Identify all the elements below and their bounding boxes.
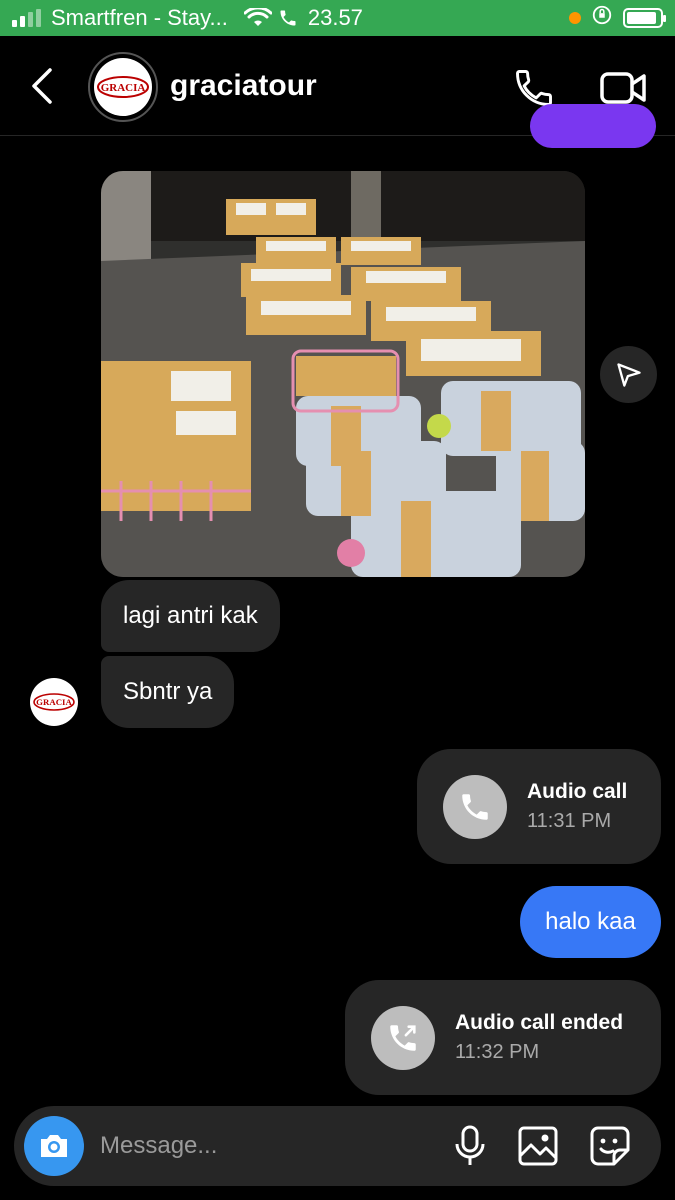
call-title: Audio call: [527, 780, 628, 803]
sticker-icon: [590, 1126, 630, 1166]
call-time: 11:31 PM: [527, 810, 612, 832]
battery-icon: [623, 8, 666, 28]
audio-call-ended-card[interactable]: Audio call ended 11:32 PM: [345, 980, 661, 1095]
gracia-logo: GRACIA: [94, 58, 152, 116]
message-input[interactable]: [100, 1126, 430, 1166]
camera-icon: [41, 1135, 67, 1157]
message-text: halo kaa: [545, 908, 636, 935]
chat-username[interactable]: graciatour: [170, 69, 317, 103]
incoming-message: lagi antri kak: [101, 580, 280, 652]
voice-message-button[interactable]: [452, 1124, 488, 1168]
back-icon: [32, 68, 52, 104]
outgoing-message: halo kaa: [520, 886, 661, 958]
call-title: Audio call ended: [455, 1011, 624, 1034]
shared-photo[interactable]: [101, 171, 585, 577]
call-active-icon: [278, 8, 298, 28]
carrier-name: Smartfren - Stay...: [51, 5, 228, 30]
message-text: Sbntr ya: [123, 678, 213, 705]
microphone-icon: [455, 1125, 485, 1165]
audio-call-card[interactable]: Audio call 11:31 PM: [417, 749, 661, 864]
message-text: lagi antri kak: [123, 602, 258, 629]
profile-avatar[interactable]: GRACIA: [88, 52, 158, 122]
orientation-lock-icon: [591, 4, 613, 32]
send-icon: [616, 362, 641, 387]
camera-button[interactable]: [24, 1116, 84, 1176]
status-time: 23.57: [307, 5, 363, 30]
back-button[interactable]: [28, 66, 58, 106]
outgoing-call-icon: [371, 1005, 435, 1070]
wifi-icon: [243, 8, 272, 28]
previous-message-bubble: [530, 104, 656, 148]
status-bar: Smartfren - Stay... 23.57: [0, 0, 675, 36]
image-icon: [518, 1126, 558, 1166]
svg-text:GRACIA: GRACIA: [36, 697, 72, 707]
call-time: 11:32 PM: [455, 1041, 540, 1063]
mic-in-use-indicator: [569, 12, 581, 24]
sender-avatar[interactable]: GRACIA: [30, 678, 78, 726]
svg-text:GRACIA: GRACIA: [101, 82, 146, 94]
battery-level: [627, 12, 656, 24]
message-composer: [14, 1106, 661, 1186]
share-button[interactable]: [600, 346, 657, 403]
gracia-logo: GRACIA: [33, 693, 75, 711]
sticker-button[interactable]: [588, 1124, 632, 1168]
gallery-button[interactable]: [516, 1124, 560, 1168]
phone-icon: [443, 774, 507, 839]
signal-icon: [12, 9, 41, 27]
incoming-message: Sbntr ya: [101, 656, 235, 728]
